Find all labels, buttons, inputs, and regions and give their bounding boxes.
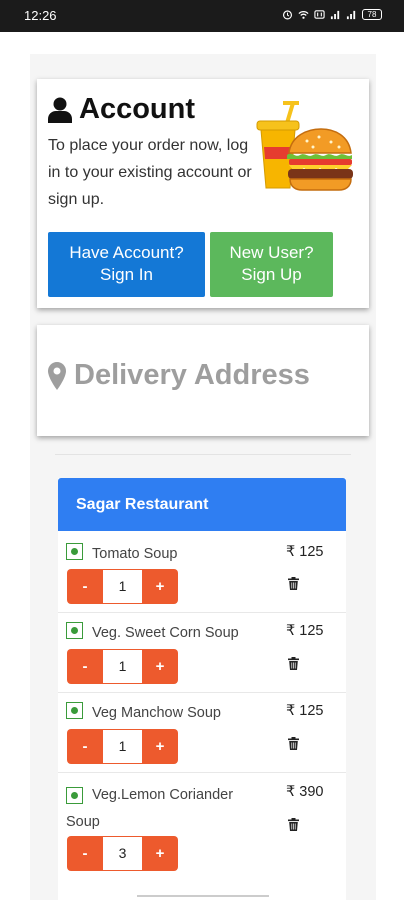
item-name: Veg. Sweet Corn Soup	[92, 625, 239, 641]
veg-indicator-icon	[66, 622, 83, 639]
burger-drink-illustration	[256, 101, 353, 191]
account-description: To place your order now, log in to your …	[48, 137, 252, 208]
sign-up-label-line2: Sign Up	[241, 265, 302, 284]
quantity-stepper: - 1 +	[67, 729, 178, 764]
item-name: Tomato Soup	[92, 546, 178, 562]
increment-button[interactable]: +	[142, 649, 178, 684]
wifi-icon	[298, 11, 309, 19]
item-name: Veg Manchow Soup	[92, 705, 221, 721]
battery-level: 78	[367, 10, 377, 19]
cart-item: Veg. Sweet Corn Soup ₹ 125 - 1 +	[58, 613, 346, 693]
quantity-stepper: - 3 +	[67, 836, 178, 871]
quantity-value[interactable]: 1	[103, 569, 142, 604]
increment-button[interactable]: +	[142, 569, 178, 604]
map-marker-icon	[48, 361, 66, 390]
sign-up-label-line1: New User?	[229, 243, 314, 262]
item-price: ₹ 125	[286, 544, 324, 560]
item-price: ₹ 125	[286, 623, 324, 639]
bottom-divider	[137, 895, 269, 897]
increment-button[interactable]: +	[142, 836, 178, 871]
account-title: Account	[79, 93, 195, 125]
cart-item: Veg Manchow Soup ₹ 125 - 1 +	[58, 693, 346, 773]
section-divider	[55, 454, 351, 455]
delete-icon[interactable]	[288, 577, 299, 590]
user-icon	[48, 97, 72, 123]
delivery-address-title: Delivery Address	[74, 359, 310, 391]
decrement-button[interactable]: -	[67, 649, 103, 684]
increment-button[interactable]: +	[142, 729, 178, 764]
cart-item: Tomato Soup ₹ 125 - 1 +	[58, 531, 346, 613]
signal-icon-2	[346, 10, 356, 20]
sign-up-button[interactable]: New User? Sign Up	[210, 232, 333, 297]
quantity-value[interactable]: 3	[103, 836, 142, 871]
account-header: Account	[48, 93, 195, 126]
volte-icon	[314, 10, 325, 19]
veg-indicator-icon	[66, 702, 83, 719]
item-price: ₹ 125	[286, 703, 324, 719]
cart-section: Sagar Restaurant Tomato Soup ₹ 125 - 1 +…	[58, 478, 346, 900]
decrement-button[interactable]: -	[67, 569, 103, 604]
quantity-stepper: - 1 +	[67, 569, 178, 604]
status-icons: 78	[282, 9, 382, 20]
item-name: Veg.Lemon Coriander Soup	[66, 787, 234, 830]
veg-indicator-icon	[66, 543, 83, 560]
decrement-button[interactable]: -	[67, 836, 103, 871]
quantity-stepper: - 1 +	[67, 649, 178, 684]
delete-icon[interactable]	[288, 657, 299, 670]
restaurant-header: Sagar Restaurant	[58, 478, 346, 531]
item-price: ₹ 390	[286, 784, 324, 800]
sign-in-label-line1: Have Account?	[69, 243, 184, 262]
sign-in-label-line2: Sign In	[100, 265, 153, 284]
quantity-value[interactable]: 1	[103, 729, 142, 764]
cart-item: Veg.Lemon Coriander Soup ₹ 390 - 3 +	[58, 773, 346, 883]
decrement-button[interactable]: -	[67, 729, 103, 764]
delete-icon[interactable]	[288, 818, 299, 831]
delivery-address-card[interactable]: Delivery Address	[37, 325, 369, 436]
battery-icon: 78	[362, 9, 382, 20]
account-card: Account To place your order now, log in …	[37, 79, 369, 308]
delete-icon[interactable]	[288, 737, 299, 750]
alarm-icon	[282, 10, 293, 20]
sign-in-button[interactable]: Have Account? Sign In	[48, 232, 205, 297]
signal-icon	[330, 10, 340, 20]
delivery-address-header: Delivery Address	[48, 359, 310, 392]
status-bar: 12:26 78	[0, 0, 404, 32]
quantity-value[interactable]: 1	[103, 649, 142, 684]
status-time: 12:26	[24, 8, 57, 23]
